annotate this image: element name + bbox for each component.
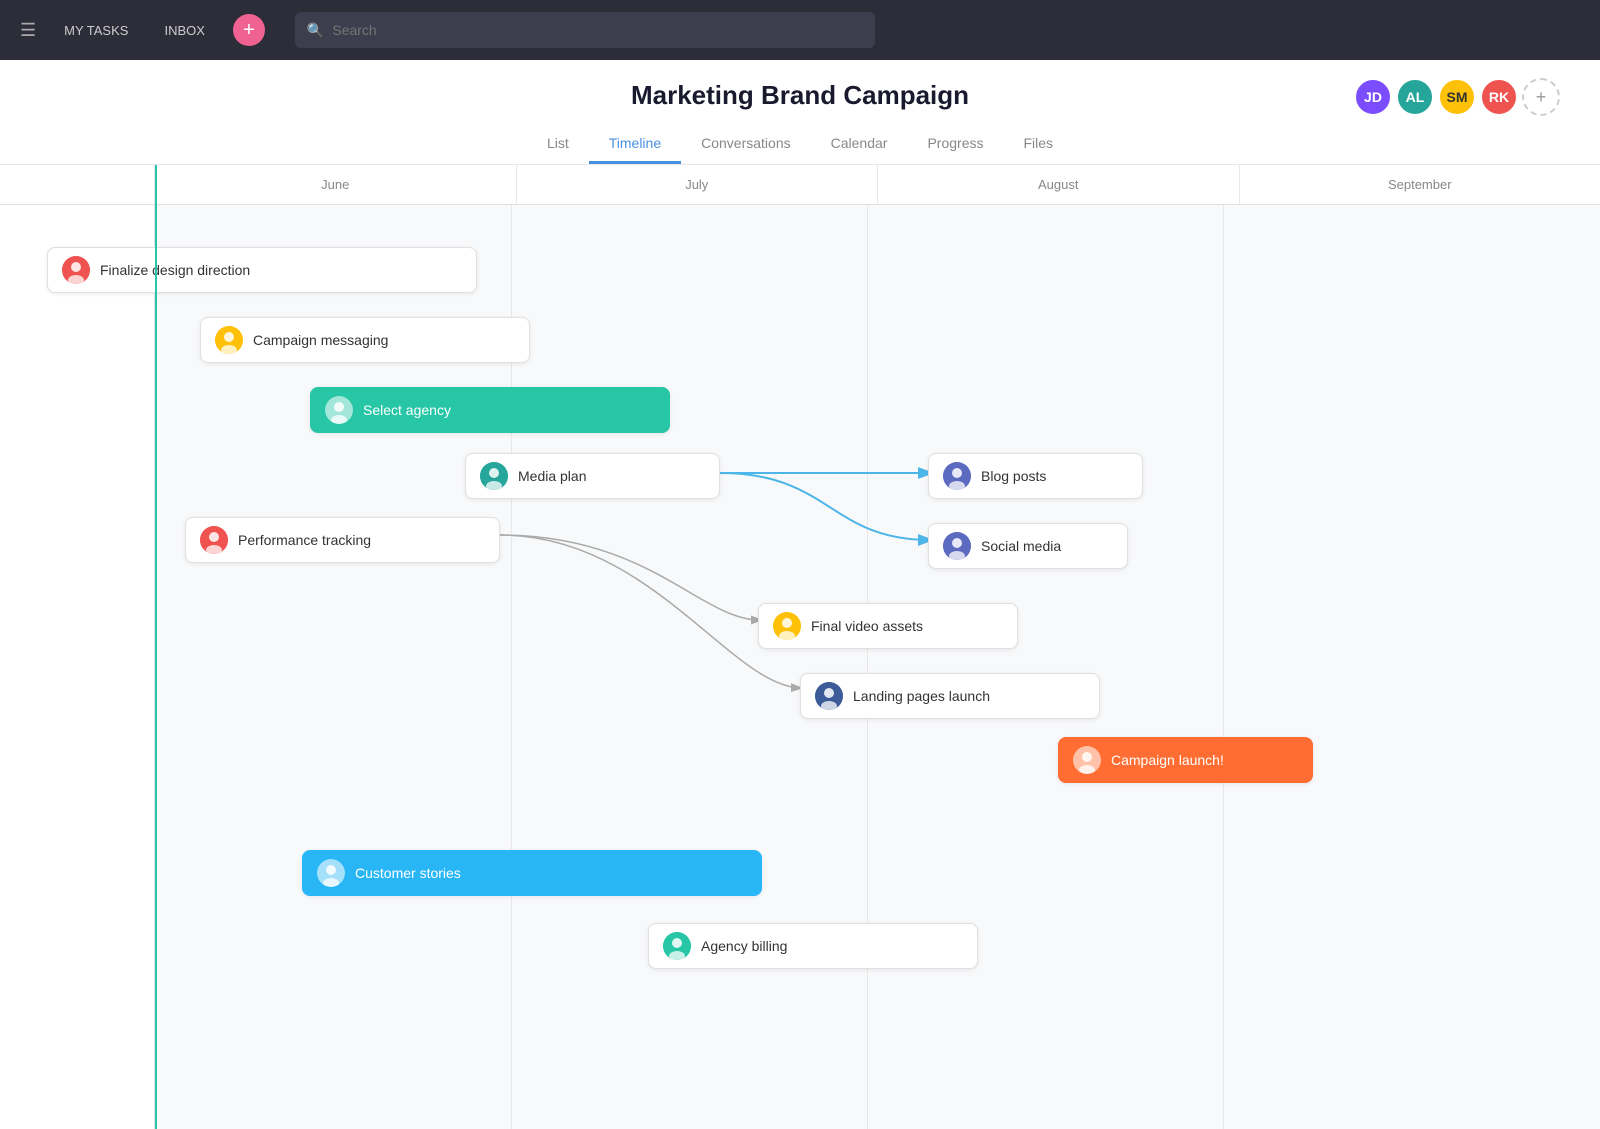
task-final-video-assets[interactable]: Final video assets	[758, 603, 1018, 649]
add-member-button[interactable]: +	[1522, 78, 1560, 116]
task-label-campaign-messaging: Campaign messaging	[253, 332, 388, 348]
left-sidebar	[0, 205, 155, 1129]
tab-conversations[interactable]: Conversations	[681, 125, 811, 164]
task-label-finalize-design: Finalize design direction	[100, 262, 250, 278]
month-july: July	[517, 165, 879, 204]
avatar-customer-stories	[317, 859, 345, 887]
avatar-1[interactable]: JD	[1354, 78, 1392, 116]
add-button[interactable]: +	[233, 14, 265, 46]
tab-progress[interactable]: Progress	[907, 125, 1003, 164]
top-navigation: ☰ MY TASKS INBOX + 🔍	[0, 0, 1600, 60]
tab-list[interactable]: List	[527, 125, 589, 164]
task-label-media-plan: Media plan	[518, 468, 587, 484]
avatar-blog-posts	[943, 462, 971, 490]
task-finalize-design[interactable]: Finalize design direction	[47, 247, 477, 293]
avatar-social-media	[943, 532, 971, 560]
task-performance-tracking[interactable]: Performance tracking	[185, 517, 500, 563]
task-campaign-launch[interactable]: Campaign launch!	[1058, 737, 1313, 783]
member-avatars: JD AL SM RK +	[1354, 78, 1560, 116]
my-tasks-link[interactable]: MY TASKS	[56, 19, 136, 42]
task-label-select-agency: Select agency	[363, 402, 451, 418]
avatar-finalize-design	[62, 256, 90, 284]
avatar-2[interactable]: AL	[1396, 78, 1434, 116]
task-social-media[interactable]: Social media	[928, 523, 1128, 569]
timeline-body: Finalize design direction Campaign messa…	[0, 205, 1600, 1129]
inbox-link[interactable]: INBOX	[156, 19, 212, 42]
tab-files[interactable]: Files	[1003, 125, 1073, 164]
task-label-customer-stories: Customer stories	[355, 865, 461, 881]
search-icon: 🔍	[307, 22, 324, 39]
task-label-landing-pages: Landing pages launch	[853, 688, 990, 704]
search-bar: 🔍	[295, 12, 875, 48]
task-campaign-messaging[interactable]: Campaign messaging	[200, 317, 530, 363]
task-label-performance-tracking: Performance tracking	[238, 532, 371, 548]
avatar-campaign-messaging	[215, 326, 243, 354]
month-september: September	[1240, 165, 1600, 204]
task-agency-billing[interactable]: Agency billing	[648, 923, 978, 969]
task-label-social-media: Social media	[981, 538, 1061, 554]
search-input[interactable]	[332, 22, 863, 38]
task-label-agency-billing: Agency billing	[701, 938, 787, 954]
avatar-media-plan	[480, 462, 508, 490]
avatar-3[interactable]: SM	[1438, 78, 1476, 116]
task-label-campaign-launch: Campaign launch!	[1111, 752, 1224, 768]
today-marker	[155, 165, 157, 1129]
grid-line-august	[867, 205, 868, 1129]
task-select-agency[interactable]: Select agency	[310, 387, 670, 433]
project-header: Marketing Brand Campaign JD AL SM RK + L…	[0, 60, 1600, 165]
avatar-final-video-assets	[773, 612, 801, 640]
avatar-campaign-launch	[1073, 746, 1101, 774]
avatar-select-agency	[325, 396, 353, 424]
task-customer-stories[interactable]: Customer stories	[302, 850, 762, 896]
tab-calendar[interactable]: Calendar	[811, 125, 908, 164]
timeline-header: June July August September	[0, 165, 1600, 205]
tab-bar: List Timeline Conversations Calendar Pro…	[0, 125, 1600, 164]
task-landing-pages[interactable]: Landing pages launch	[800, 673, 1100, 719]
timeline-container: June July August September	[0, 165, 1600, 1129]
task-label-blog-posts: Blog posts	[981, 468, 1046, 484]
task-blog-posts[interactable]: Blog posts	[928, 453, 1143, 499]
avatar-landing-pages	[815, 682, 843, 710]
avatar-4[interactable]: RK	[1480, 78, 1518, 116]
month-june: June	[155, 165, 517, 204]
task-media-plan[interactable]: Media plan	[465, 453, 720, 499]
month-august: August	[878, 165, 1240, 204]
tab-timeline[interactable]: Timeline	[589, 125, 681, 164]
avatar-performance-tracking	[200, 526, 228, 554]
task-label-final-video-assets: Final video assets	[811, 618, 923, 634]
hamburger-icon[interactable]: ☰	[20, 20, 36, 41]
avatar-agency-billing	[663, 932, 691, 960]
grid-line-september	[1223, 205, 1224, 1129]
